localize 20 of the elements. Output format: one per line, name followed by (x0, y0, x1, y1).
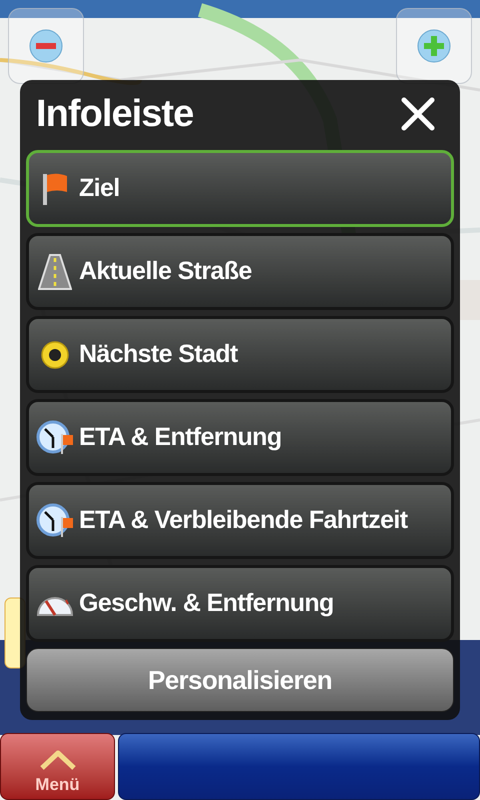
info-option[interactable]: ETA & Entfernung (26, 399, 454, 476)
personalize-button[interactable]: Personalisieren (26, 648, 454, 712)
road-icon (38, 254, 72, 290)
info-option[interactable]: Aktuelle Straße (26, 233, 454, 310)
zoom-in-button[interactable] (396, 8, 472, 84)
clock-flag-icon (36, 502, 74, 538)
clock-flag-icon (36, 420, 74, 456)
info-option[interactable]: Nächste Stadt (26, 316, 454, 393)
zoom-out-icon (29, 29, 63, 63)
info-option[interactable]: Geschw. & Entfernung (26, 565, 454, 642)
flag-icon (40, 172, 70, 206)
info-option[interactable]: ETA & Verbleibende Fahrtzeit (26, 482, 454, 559)
menu-button[interactable]: Menü (0, 733, 115, 800)
zoom-out-button[interactable] (8, 8, 84, 84)
zoom-in-icon (417, 29, 451, 63)
chevron-up-icon (38, 748, 78, 772)
info-option[interactable]: Ziel (26, 150, 454, 227)
close-icon (401, 97, 435, 131)
city-dot-icon (40, 340, 70, 370)
dialog-title: Infoleiste (36, 92, 194, 136)
